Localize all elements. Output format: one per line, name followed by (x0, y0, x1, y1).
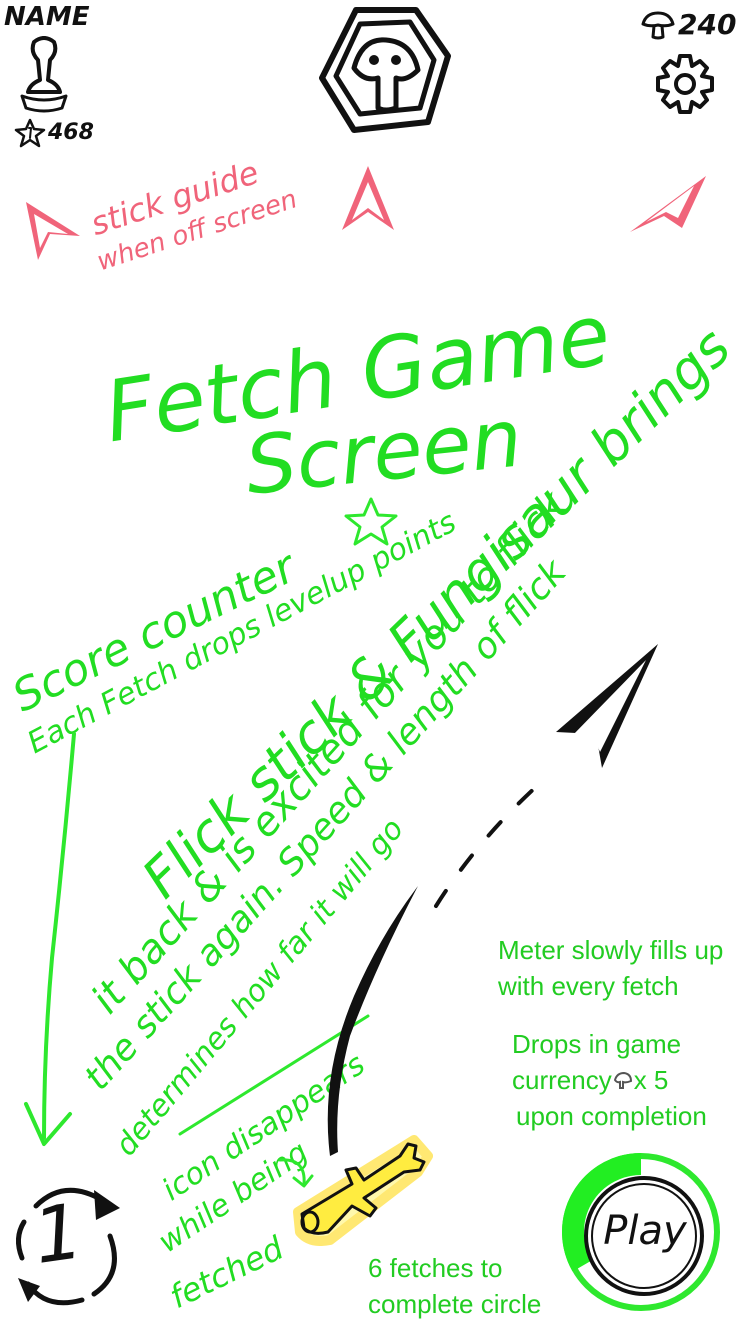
stick-guide-arrow-right (630, 176, 706, 232)
mushroom-currency-count: 240 (678, 8, 737, 41)
mushroom-currency-icon (613, 1071, 632, 1089)
circle-note-line2: complete circle (368, 1289, 542, 1319)
currency-note-prefix: currency (512, 1065, 612, 1095)
score-pointer-arrow (24, 732, 76, 1146)
meter-note-line1: Meter slowly fills up (498, 935, 724, 965)
currency-note-suffix: x 5 (633, 1065, 669, 1095)
circle-note-line1: 6 fetches to (368, 1253, 503, 1283)
star-icon (14, 118, 46, 148)
currency-note-line2: currency x 5 (512, 1062, 707, 1098)
stick-guide-arrow-top (342, 166, 394, 230)
mushroom-logo-icon[interactable] (316, 4, 452, 136)
stick-guide-arrow-left (26, 202, 80, 260)
player-name: NAME (4, 2, 90, 32)
meter-note-line2: with every fetch (498, 971, 679, 1001)
gear-icon[interactable] (652, 52, 718, 118)
mushroom-icon (641, 11, 675, 40)
trophy-icon (20, 36, 68, 113)
stick-icon[interactable] (290, 1132, 436, 1248)
currency-note-line3: upon completion (516, 1101, 707, 1131)
currency-note-line1: Drops in game (512, 1029, 682, 1059)
star-count: 468 (48, 120, 94, 145)
play-button[interactable]: Play (600, 1208, 690, 1254)
